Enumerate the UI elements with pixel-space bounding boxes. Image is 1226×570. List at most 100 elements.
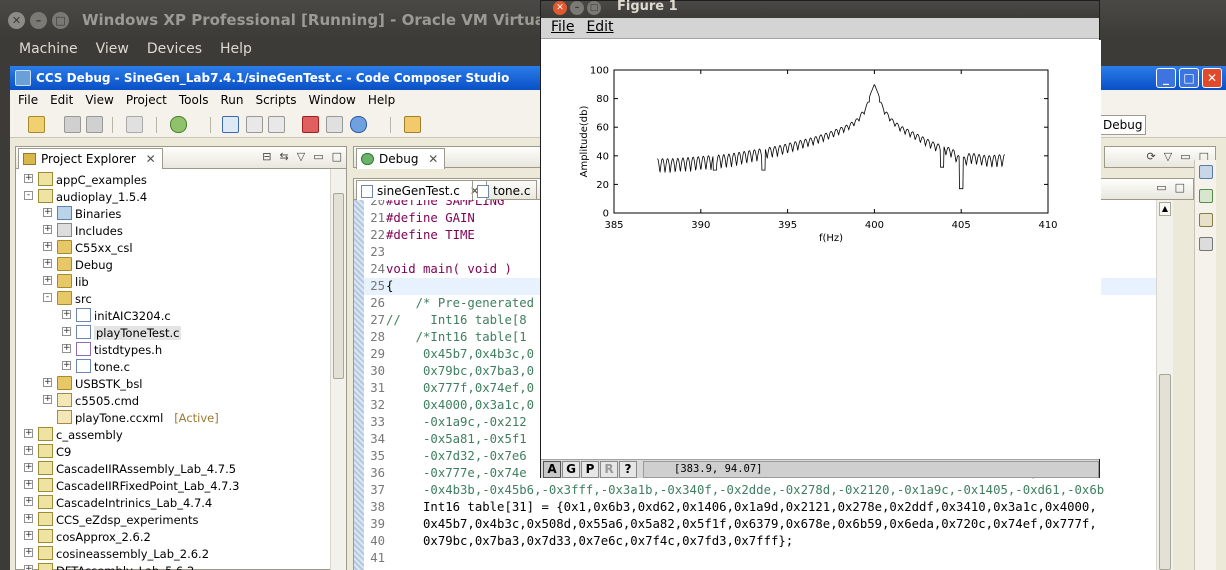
vbox-close-button[interactable]: ✕ (8, 12, 25, 29)
tab-project-explorer[interactable]: Project Explorer ✕ (18, 148, 163, 169)
registers-icon[interactable] (1199, 189, 1213, 203)
figure-minimize-button[interactable]: – (570, 1, 584, 15)
save-icon[interactable] (64, 116, 81, 133)
tree-item[interactable]: - audioplay_1.5.4 (16, 188, 334, 205)
new-icon[interactable] (28, 116, 45, 133)
tab-sinegentest-c[interactable]: sineGenTest.c ✕ (356, 180, 487, 201)
tree-item[interactable]: + tone.c (16, 358, 334, 375)
ccs-maximize-button[interactable]: □ (1179, 68, 1199, 88)
expand-icon[interactable]: + (43, 378, 52, 387)
link-editor-icon[interactable]: ⇆ (280, 150, 289, 163)
tab-tone-c[interactable]: tone.c (472, 180, 538, 201)
tree-item[interactable]: + c5505.cmd (16, 392, 334, 409)
autoscale-button[interactable]: A (543, 461, 561, 478)
tree-item[interactable]: + CCS_eZdsp_experiments (16, 511, 334, 528)
tree-item[interactable]: + USBSTK_bsl (16, 375, 334, 392)
expand-icon[interactable]: + (24, 446, 33, 455)
vbox-minimize-button[interactable]: – (30, 12, 47, 29)
tree-item[interactable]: + CascadeIntrinics_Lab_4.7.4 (16, 494, 334, 511)
expand-icon[interactable]: + (24, 514, 33, 523)
expand-icon[interactable]: + (24, 565, 33, 570)
minimize-icon[interactable]: ▭ (313, 150, 323, 163)
grid-button[interactable]: G (562, 461, 580, 478)
ccs-menu-file[interactable]: File (12, 90, 44, 112)
scrollbar-thumb[interactable] (333, 193, 344, 379)
figure-menu-file[interactable]: File (545, 18, 580, 38)
plot-canvas[interactable]: 385 390 395 400 405 410 0 20 40 60 80 100 f(Hz) Ampli… (541, 40, 1101, 459)
view-menu-icon[interactable]: ▽ (1164, 150, 1172, 163)
flash-icon[interactable] (404, 116, 421, 133)
save-all-icon[interactable] (86, 116, 103, 133)
ccs-minimize-button[interactable]: _ (1156, 68, 1176, 88)
bug-icon[interactable] (170, 116, 187, 133)
code-line[interactable]: 41 (364, 550, 1156, 567)
debug-target-icon[interactable] (350, 116, 367, 133)
expand-icon[interactable]: + (62, 310, 71, 319)
ccs-menu-window[interactable]: Window (303, 90, 362, 112)
ccs-menu-project[interactable]: Project (120, 90, 173, 112)
expand-icon[interactable]: + (62, 344, 71, 353)
pan-button[interactable]: P (581, 461, 599, 478)
help-button[interactable]: ? (619, 461, 637, 478)
code-line[interactable]: 37 -0x4b3b,-0x45b6,-0x3fff,-0x3a1b,-0x34… (364, 482, 1156, 499)
code-line[interactable]: 39 0x45b7,0x4b3c,0x508d,0x55a6,0x5a82,0x… (364, 516, 1156, 533)
tree-item[interactable]: + lib (16, 273, 334, 290)
tree-item[interactable]: + initAIC3204.c (16, 307, 334, 324)
expand-icon[interactable]: + (24, 463, 33, 472)
ccs-menu-scripts[interactable]: Scripts (249, 90, 302, 112)
expand-icon[interactable]: + (24, 531, 33, 540)
tab-debug[interactable]: Debug ✕ (356, 148, 446, 169)
tree-item[interactable]: + Includes (16, 222, 334, 239)
maximize-icon[interactable]: □ (1175, 181, 1185, 194)
vbox-menu-devices[interactable]: Devices (138, 38, 211, 62)
connect-icon[interactable] (246, 116, 263, 133)
editor-scrollbar[interactable]: ▲ (1156, 200, 1173, 570)
expand-icon[interactable]: + (43, 242, 52, 251)
scroll-up-icon[interactable]: ▲ (1159, 202, 1171, 216)
tree-item[interactable]: + C9 (16, 443, 334, 460)
collapse-all-icon[interactable]: ⊟ (262, 150, 271, 163)
disconnect-icon[interactable] (326, 116, 343, 133)
vbox-menu-view[interactable]: View (87, 38, 138, 62)
maximize-icon[interactable]: □ (332, 150, 342, 163)
expand-icon[interactable]: + (24, 174, 33, 183)
tree-item[interactable]: + appC_examples (16, 171, 334, 188)
debug-perspective-button[interactable]: Debug (1098, 115, 1146, 135)
memory-icon[interactable] (1199, 237, 1213, 251)
expressions-icon[interactable] (1199, 213, 1213, 227)
tree-item[interactable]: + playToneTest.c (16, 324, 334, 341)
tree-item[interactable]: + CascadeIIRFixedPoint_Lab_4.7.3 (16, 477, 334, 494)
tree-item[interactable]: + Binaries (16, 205, 334, 222)
tree-item[interactable]: + C55xx_csl (16, 239, 334, 256)
tree-item[interactable]: - src (16, 290, 334, 307)
restore-icon[interactable] (1199, 165, 1213, 179)
reset-button[interactable]: R (600, 461, 618, 478)
expand-icon[interactable]: + (24, 429, 33, 438)
minimize-icon[interactable]: ▭ (1156, 181, 1166, 194)
terminate-icon[interactable] (222, 116, 239, 133)
ccs-menu-run[interactable]: Run (214, 90, 249, 112)
close-icon[interactable]: ✕ (146, 152, 156, 166)
code-line[interactable]: 38 Int16 table[31] = {0x1,0x6b3,0xd62,0x… (364, 499, 1156, 516)
load-icon[interactable] (268, 116, 285, 133)
figure-maximize-button[interactable]: □ (587, 1, 601, 15)
vbox-menu-machine[interactable]: Machine (10, 38, 87, 62)
figure-menu-edit[interactable]: Edit (580, 18, 619, 38)
expand-icon[interactable]: + (43, 276, 52, 285)
spectrum-plot[interactable]: 385 390 395 400 405 410 0 20 40 60 80 100 f(Hz) Ampli… (541, 40, 1101, 459)
collapse-icon[interactable]: - (24, 191, 33, 200)
expand-icon[interactable]: + (24, 497, 33, 506)
vbox-menu-help[interactable]: Help (211, 38, 261, 62)
figure-close-button[interactable]: ✕ (553, 1, 567, 15)
tree-item[interactable]: + Debug (16, 256, 334, 273)
ccs-menu-help[interactable]: Help (362, 90, 401, 112)
tree-item[interactable]: + cosApprox_2.6.2 (16, 528, 334, 545)
tree-item[interactable]: playTone.ccxml [Active] (16, 409, 334, 426)
ccs-close-button[interactable]: ✕ (1202, 68, 1222, 88)
vbox-maximize-button[interactable]: □ (52, 12, 69, 29)
expand-icon[interactable]: + (62, 361, 71, 370)
collapse-icon[interactable]: - (43, 293, 52, 302)
project-explorer-scrollbar[interactable] (330, 169, 346, 570)
expand-icon[interactable]: + (62, 327, 71, 336)
tree-item[interactable]: + c_assembly (16, 426, 334, 443)
